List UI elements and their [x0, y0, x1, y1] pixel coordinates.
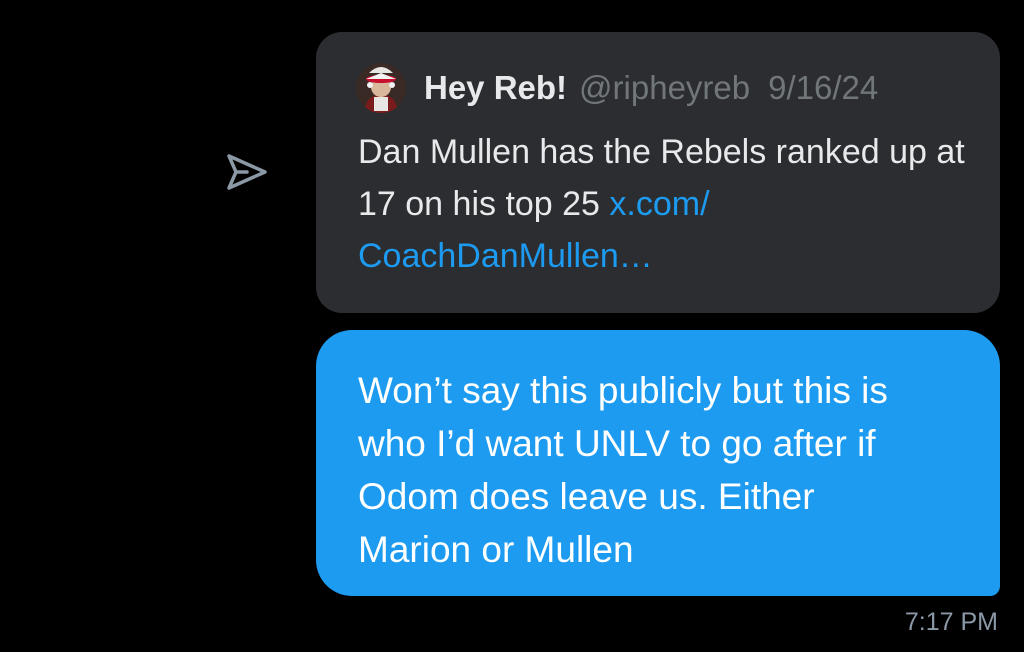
author-handle[interactable]: @ripheyreb: [579, 69, 750, 107]
shared-post-card[interactable]: Hey Reb! @ripheyreb 9/16/24 Dan Mullen h…: [316, 32, 1000, 313]
dm-conversation: Hey Reb! @ripheyreb 9/16/24 Dan Mullen h…: [0, 0, 1024, 652]
post-text: Dan Mullen has the Rebels ranked up at 1…: [358, 126, 978, 282]
sent-message-bubble[interactable]: Won’t say this publicly but this is who …: [316, 330, 1000, 596]
message-timestamp: 7:17 PM: [904, 608, 998, 636]
post-date: 9/16/24: [768, 69, 879, 106]
author-display-name[interactable]: Hey Reb!: [424, 69, 567, 107]
mascot-avatar-icon[interactable]: [356, 63, 406, 113]
send-icon[interactable]: [222, 148, 272, 196]
message-text: Won’t say this publicly but this is who …: [358, 370, 888, 570]
